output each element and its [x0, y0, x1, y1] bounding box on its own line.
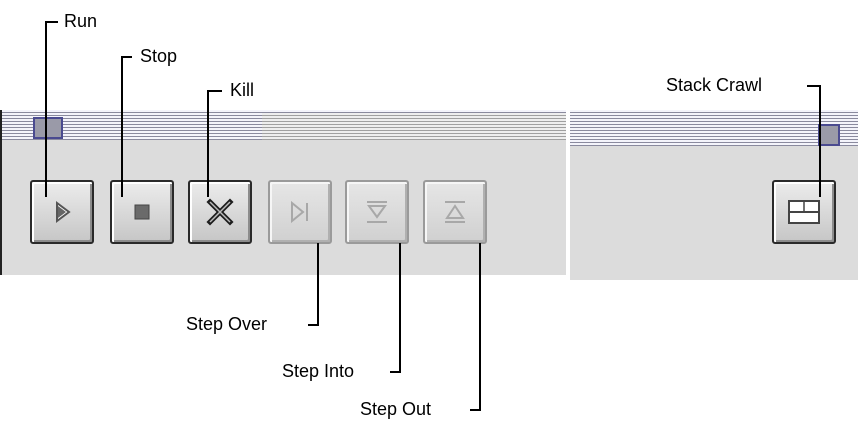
callout-step-into: Step Into: [282, 361, 355, 381]
callout-step-out: Step Out: [360, 399, 432, 419]
callout-run: Run: [64, 11, 98, 31]
callout-stack-crawl: Stack Crawl: [666, 75, 763, 95]
callout-kill: Kill: [230, 80, 255, 100]
callout-stop: Stop: [140, 46, 178, 66]
callout-step-over: Step Over: [186, 314, 268, 334]
callout-leader-lines: [45, 21, 821, 411]
